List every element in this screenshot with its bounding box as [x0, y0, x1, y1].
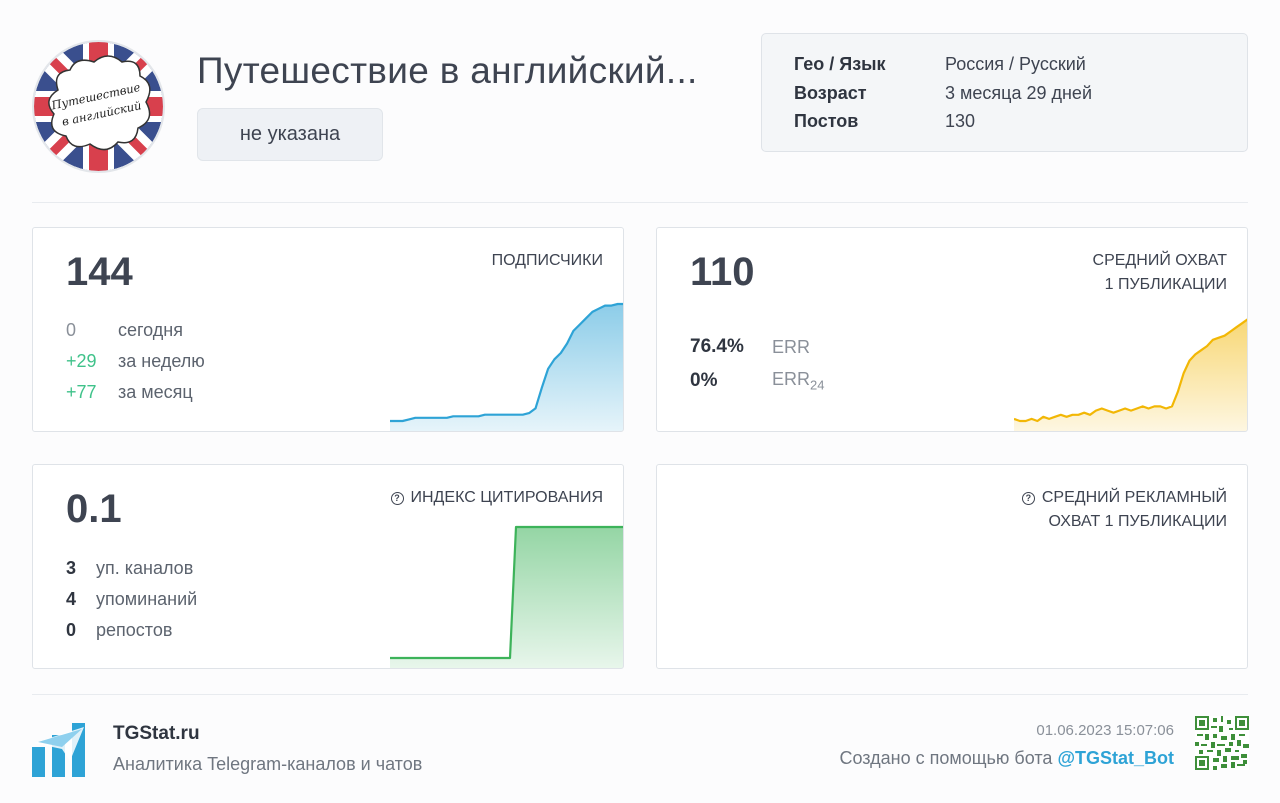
info-row-geo: Гео / Язык Россия / Русский	[794, 53, 1247, 82]
err-value: 76.4%	[690, 336, 744, 357]
stat-channels: 3 уп. каналов	[66, 556, 193, 580]
footer-timestamp: 01.06.2023 15:07:06	[1036, 722, 1174, 739]
stat-label: упоминаний	[96, 588, 198, 609]
info-row-age: Возраст 3 месяца 29 дней	[794, 82, 1247, 111]
channel-avatar: Путешествие в английский	[32, 40, 165, 173]
qr-code-icon[interactable]	[1195, 716, 1249, 775]
citation-sparkline	[390, 525, 623, 668]
subscribers-card[interactable]: 144 ПОДПИСЧИКИ 0 сегодня +29 за неделю +…	[32, 227, 624, 432]
reach-label: СРЕДНИЙ ОХВАТ 1 ПУБЛИКАЦИИ	[1093, 249, 1227, 297]
citation-label: ? ИНДЕКС ЦИТИРОВАНИЯ	[390, 486, 603, 510]
stat-month: +77 за месяц	[66, 380, 193, 404]
ad-reach-card[interactable]: ? СРЕДНИЙ РЕКЛАМНЫЙ ОХВАТ 1 ПУБЛИКАЦИИ	[656, 464, 1248, 669]
stat-number: 3	[66, 557, 77, 578]
footer-tagline: Аналитика Telegram-каналов и чатов	[113, 754, 423, 774]
footer-credit: Создано с помощью бота @TGStat_Bot	[839, 748, 1174, 769]
stat-week: +29 за неделю	[66, 349, 205, 373]
ad-reach-label-line1: ? СРЕДНИЙ РЕКЛАМНЫЙ	[1021, 486, 1227, 510]
err24-row: 0% ERR24	[690, 369, 824, 393]
info-value: 130	[945, 111, 976, 131]
channel-title: Путешествие в английский...	[197, 50, 698, 91]
stat-label: уп. каналов	[96, 557, 194, 578]
info-key: Гео / Язык	[794, 54, 886, 74]
reach-card[interactable]: 110 СРЕДНИЙ ОХВАТ 1 ПУБЛИКАЦИИ 76.4% ERR…	[656, 227, 1248, 432]
stat-number: 4	[66, 588, 77, 609]
stat-label: сегодня	[118, 319, 183, 340]
reach-label-line1: СРЕДНИЙ ОХВАТ	[1092, 252, 1227, 269]
footer-brand[interactable]: TGStat.ru	[113, 723, 200, 745]
channel-info-box: Гео / Язык Россия / Русский Возраст 3 ме…	[761, 33, 1248, 152]
reach-sparkline	[1014, 318, 1247, 431]
info-key: Постов	[794, 111, 859, 131]
bot-link[interactable]: @TGStat_Bot	[1057, 748, 1174, 768]
reach-sparkline-area	[1014, 319, 1247, 431]
reach-count: 110	[690, 250, 755, 294]
stat-label: за месяц	[118, 381, 193, 402]
citation-sparkline-area	[390, 527, 623, 668]
subscribers-count: 144	[66, 250, 133, 294]
stat-number: 0	[66, 319, 77, 340]
stat-reposts: 0 репостов	[66, 618, 172, 642]
tgstat-logo-icon[interactable]	[32, 723, 88, 782]
citation-index: 0.1	[66, 487, 122, 531]
stat-number: +29	[66, 350, 97, 371]
stat-number: 0	[66, 619, 77, 640]
stat-label: репостов	[96, 619, 173, 640]
reach-label-line2: 1 ПУБЛИКАЦИИ	[1104, 276, 1227, 293]
err24-label-sub: 24	[810, 377, 825, 393]
footer-credit-text: Создано с помощью бота	[839, 748, 1053, 768]
err24-label: ERR24	[772, 369, 824, 393]
err24-value: 0%	[690, 370, 718, 391]
header-divider	[32, 202, 1248, 203]
stat-mentions: 4 упоминаний	[66, 587, 197, 611]
category-badge[interactable]: не указана	[197, 108, 383, 161]
err24-label-main: ERR	[772, 369, 811, 390]
stat-today: 0 сегодня	[66, 318, 183, 342]
info-row-posts: Постов 130	[794, 110, 1247, 139]
citation-card[interactable]: 0.1 ? ИНДЕКС ЦИТИРОВАНИЯ 3 уп. каналов 4 …	[32, 464, 624, 669]
footer-divider	[32, 694, 1248, 695]
subscribers-sparkline	[390, 302, 623, 431]
stat-label: за неделю	[118, 350, 205, 371]
info-key: Возраст	[794, 82, 867, 103]
info-value: Россия / Русский	[945, 54, 1086, 74]
stat-number: +77	[66, 381, 97, 402]
err-label: ERR	[772, 336, 811, 357]
subscribers-label: ПОДПИСЧИКИ	[491, 252, 603, 269]
ad-reach-label: ? СРЕДНИЙ РЕКЛАМНЫЙ ОХВАТ 1 ПУБЛИКАЦИИ	[1021, 486, 1227, 534]
err-row: 76.4% ERR	[690, 335, 810, 359]
ad-reach-label-line2: ОХВАТ 1 ПУБЛИКАЦИИ	[1048, 513, 1227, 530]
question-circle-icon[interactable]: ?	[390, 492, 404, 505]
subscribers-sparkline-area	[390, 304, 623, 431]
info-value: 3 месяца 29 дней	[945, 82, 1092, 103]
question-circle-icon[interactable]: ?	[1021, 492, 1035, 505]
